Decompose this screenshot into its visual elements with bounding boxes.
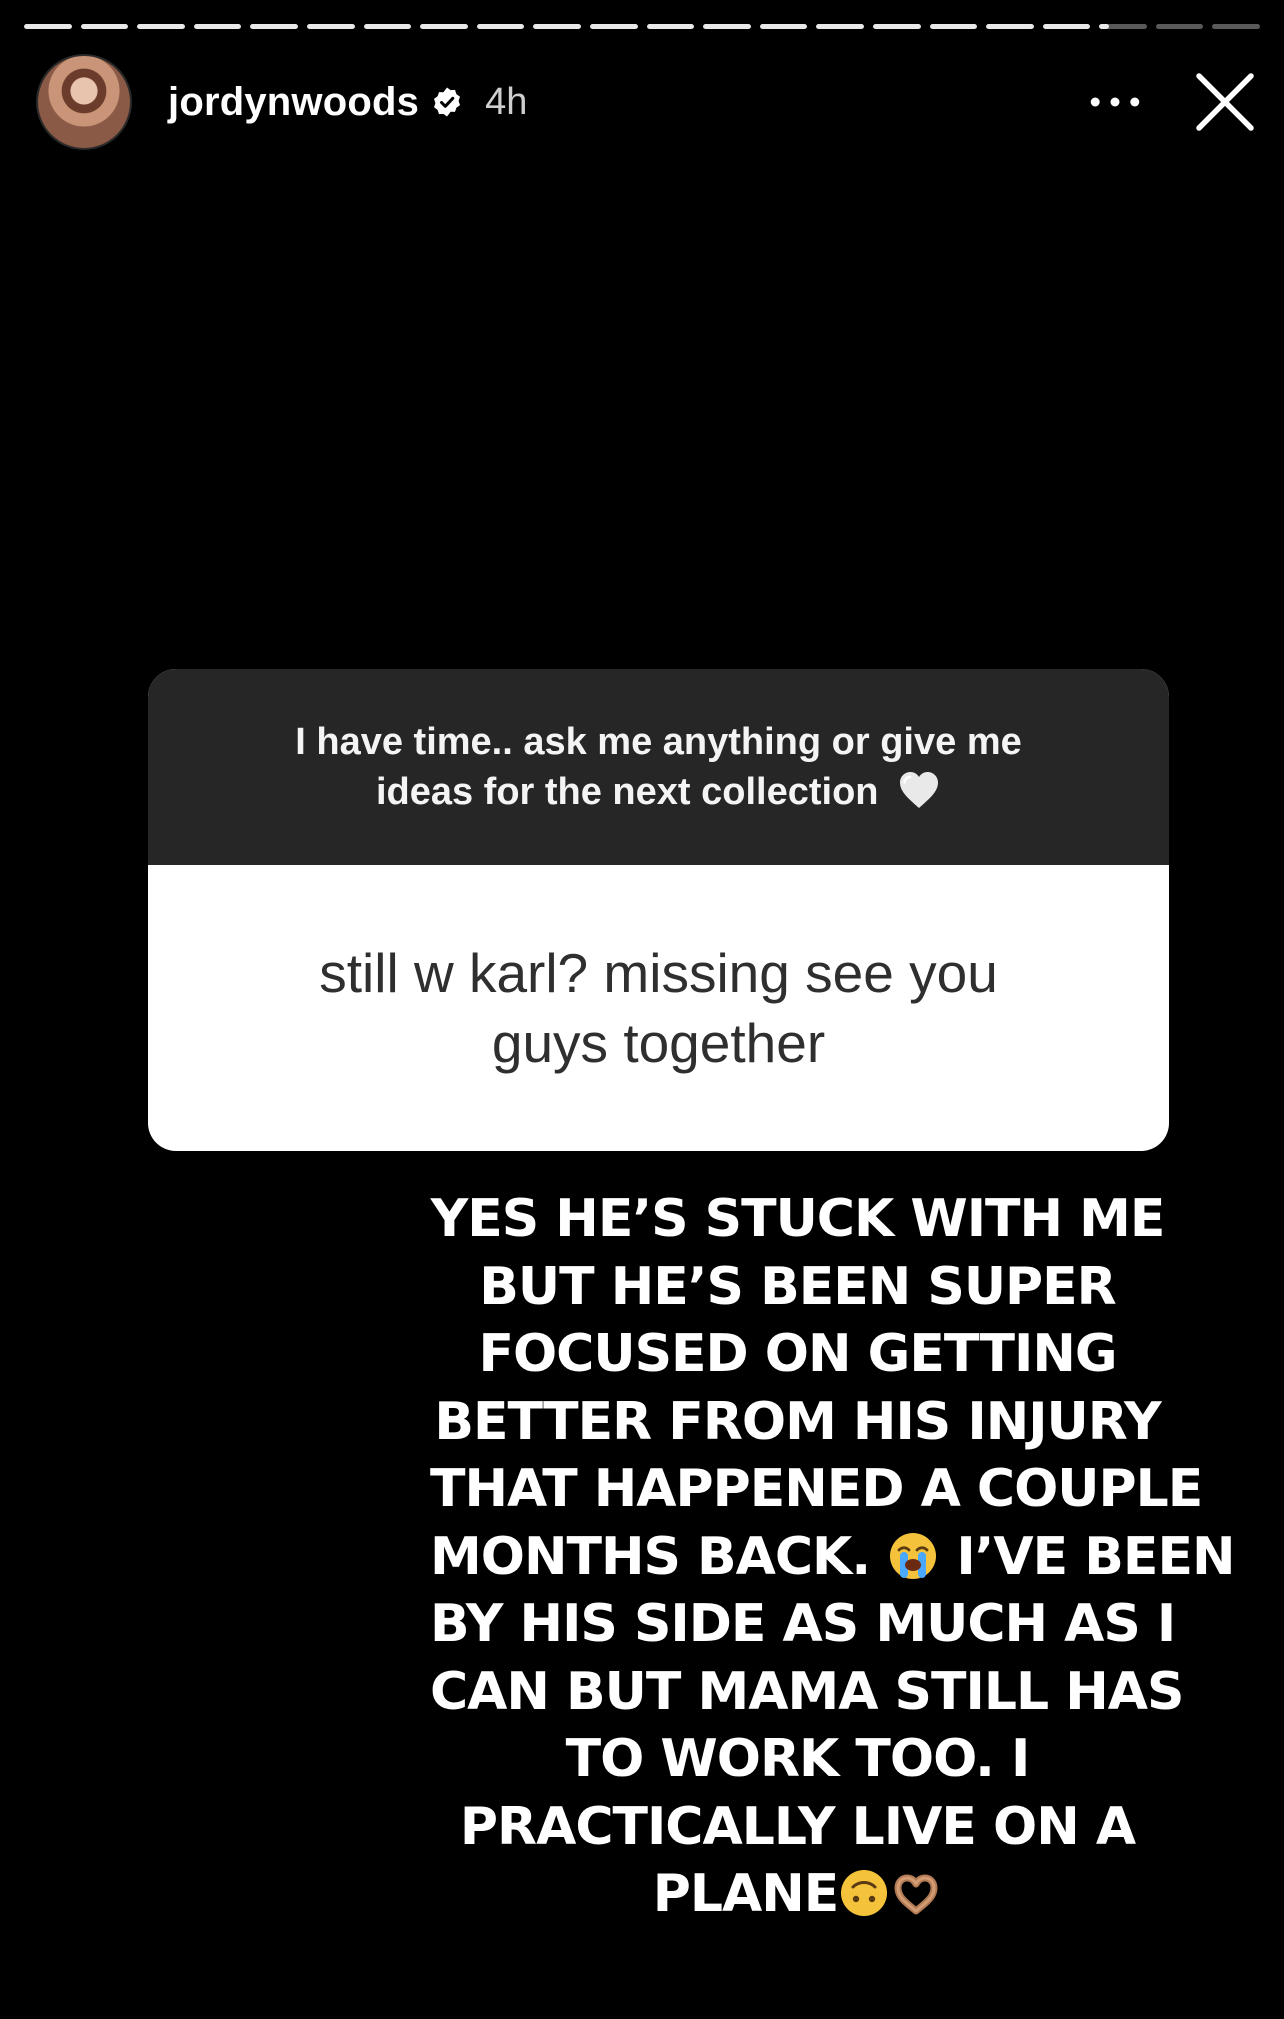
reply-line-part: PLANE xyxy=(652,1864,840,1924)
question-prompt: I have time.. ask me anything or give me… xyxy=(249,717,1069,817)
avatar[interactable] xyxy=(36,54,132,150)
close-button[interactable] xyxy=(1190,67,1260,137)
progress-segment xyxy=(476,24,525,29)
story-header: jordynwoods 4h xyxy=(36,54,1260,150)
heart-hands-icon xyxy=(890,1867,942,1919)
progress-segment xyxy=(703,24,751,29)
reply-line: YES HE’S STUCK WITH ME xyxy=(430,1189,1166,1249)
progress-segment-fill xyxy=(986,24,1034,29)
progress-segment xyxy=(24,24,72,29)
question-sticker: I have time.. ask me anything or give me… xyxy=(148,669,1169,1151)
progress-segment xyxy=(193,24,242,29)
progress-segment-fill xyxy=(533,24,581,29)
question-prompt-line-2: ideas for the next collection xyxy=(375,771,879,813)
progress-segment xyxy=(929,24,978,29)
progress-segment xyxy=(986,24,1034,29)
progress-segment-fill xyxy=(646,24,695,29)
reply-line: FOCUSED ON GETTING xyxy=(478,1324,1117,1384)
progress-segment-fill xyxy=(80,24,129,29)
progress-segment xyxy=(137,24,185,29)
close-icon xyxy=(1196,73,1254,131)
progress-segment xyxy=(872,24,921,29)
progress-segment-fill xyxy=(24,24,72,29)
story-reply-text: YES HE’S STUCK WITH ME BUT HE’S BEEN SUP… xyxy=(430,1186,1236,1929)
progress-segment-fill xyxy=(816,24,864,29)
more-horizontal-icon xyxy=(1090,97,1140,107)
progress-segment xyxy=(1042,24,1091,29)
reply-line-part: MONTHS BACK. xyxy=(430,1526,871,1587)
progress-segment-fill xyxy=(1042,24,1091,29)
progress-segment xyxy=(306,24,355,29)
question-prompt-line-1: I have time.. ask me anything or give me xyxy=(295,721,1022,763)
question-answer-line-1: still w karl? missing see you xyxy=(319,942,998,1004)
reply-line-part: I’VE BEEN xyxy=(956,1526,1235,1587)
progress-segment-fill xyxy=(476,24,525,29)
reply-line: CAN BUT MAMA STILL HAS xyxy=(430,1661,1184,1722)
reply-line: TO WORK TOO. I xyxy=(565,1729,1031,1789)
verified-badge-icon xyxy=(431,86,463,118)
progress-segment xyxy=(533,24,581,29)
progress-segment xyxy=(420,24,468,29)
story-progress-bar xyxy=(24,24,1261,29)
reply-line: BETTER FROM HIS INJURY xyxy=(434,1391,1161,1452)
progress-segment xyxy=(363,24,412,29)
progress-segment-fill xyxy=(250,24,298,29)
reply-line: BUT HE’S BEEN SUPER xyxy=(479,1256,1116,1317)
progress-segment-fill xyxy=(363,24,412,29)
upside-down-face-icon xyxy=(838,1867,890,1919)
question-answer-line-2: guys together xyxy=(491,1012,826,1074)
progress-segment xyxy=(1099,24,1147,29)
progress-segment xyxy=(646,24,695,29)
progress-segment xyxy=(250,24,298,29)
progress-segment xyxy=(759,24,808,29)
reply-line: PLANE xyxy=(430,1861,1165,1929)
reply-line: PRACTICALLY LIVE ON A xyxy=(459,1796,1136,1857)
question-answer-area: still w karl? missing see you guys toget… xyxy=(148,865,1169,1151)
reply-line: MONTHS BACK. I’VE BEEN xyxy=(430,1524,1236,1592)
loudly-crying-face-icon xyxy=(887,1530,939,1582)
progress-segment xyxy=(589,24,638,29)
reply-line: BY HIS SIDE AS MUCH AS I xyxy=(430,1594,1176,1654)
progress-segment-fill xyxy=(420,24,468,29)
more-options-button[interactable] xyxy=(1080,67,1150,137)
progress-segment-fill xyxy=(929,24,978,29)
progress-segment xyxy=(80,24,129,29)
progress-segment xyxy=(1212,24,1261,29)
white-heart-icon xyxy=(897,768,941,812)
progress-segment-fill xyxy=(589,24,638,29)
progress-segment-fill xyxy=(703,24,751,29)
username[interactable]: jordynwoods xyxy=(168,80,419,125)
progress-segment-fill xyxy=(193,24,242,29)
progress-segment-fill xyxy=(1099,24,1109,29)
story-timestamp: 4h xyxy=(485,80,528,123)
question-prompt-area: I have time.. ask me anything or give me… xyxy=(148,669,1169,865)
progress-segment xyxy=(816,24,864,29)
progress-segment-fill xyxy=(759,24,808,29)
reply-line: THAT HAPPENED A COUPLE xyxy=(430,1459,1203,1519)
progress-segment xyxy=(1155,24,1204,29)
question-answer: still w karl? missing see you guys toget… xyxy=(249,938,1069,1078)
progress-segment-fill xyxy=(872,24,921,29)
progress-segment-fill xyxy=(137,24,185,29)
progress-segment-fill xyxy=(306,24,355,29)
